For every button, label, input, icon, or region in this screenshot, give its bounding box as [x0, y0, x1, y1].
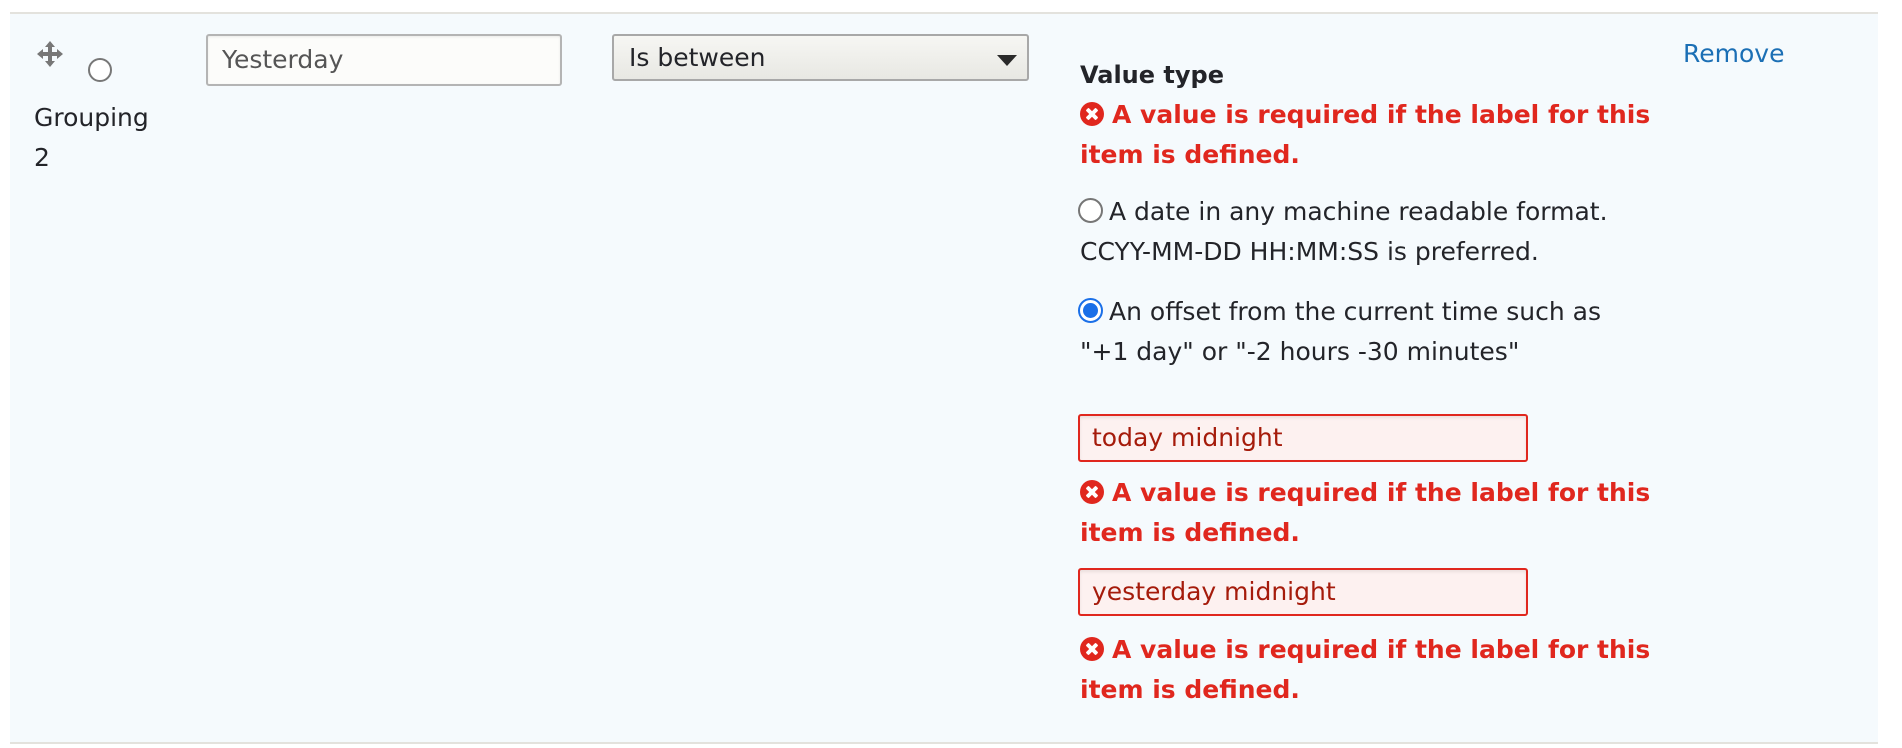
grouping-label-line-1: Grouping: [34, 103, 149, 132]
option-date-line-2: CCYY-MM-DD HH:MM:SS is preferred.: [1080, 237, 1539, 266]
radio-date-format[interactable]: [1078, 198, 1103, 223]
radio-offset[interactable]: [1078, 298, 1103, 323]
error-text-line-1: A value is required if the label for thi…: [1112, 478, 1651, 507]
value-type-label: Value type: [1080, 61, 1224, 89]
grouping-label: Grouping 2: [34, 98, 149, 178]
option-offset-line-1: An offset from the current time such as: [1109, 297, 1601, 326]
group-label-input[interactable]: Yesterday: [206, 34, 562, 86]
option-date-line-1: A date in any machine readable format.: [1109, 197, 1608, 226]
max-value-error: A value is required if the label for thi…: [1080, 630, 1650, 710]
error-text-line-2: item is defined.: [1080, 140, 1300, 169]
min-value-input[interactable]: today midnight: [1078, 414, 1528, 462]
max-value-input[interactable]: yesterday midnight: [1078, 568, 1528, 616]
default-group-radio[interactable]: [88, 58, 112, 82]
grouping-label-line-2: 2: [34, 143, 50, 172]
error-text-line-1: A value is required if the label for thi…: [1112, 635, 1651, 664]
value-type-error: A value is required if the label for thi…: [1080, 95, 1650, 175]
error-icon: [1080, 480, 1104, 504]
value-type-option-offset[interactable]: An offset from the current time such as …: [1078, 292, 1601, 372]
error-text-line-1: A value is required if the label for thi…: [1112, 100, 1651, 129]
error-text-line-2: item is defined.: [1080, 675, 1300, 704]
chevron-down-icon: [997, 55, 1017, 66]
operator-select[interactable]: Is between: [612, 34, 1029, 81]
value-type-option-date[interactable]: A date in any machine readable format. C…: [1078, 192, 1608, 272]
option-offset-line-2: "+1 day" or "-2 hours -30 minutes": [1080, 337, 1520, 366]
operator-select-value: Is between: [629, 43, 766, 72]
error-icon: [1080, 102, 1104, 126]
error-icon: [1080, 637, 1104, 661]
drag-handle-move-icon[interactable]: [36, 40, 64, 68]
error-text-line-2: item is defined.: [1080, 518, 1300, 547]
min-value-error: A value is required if the label for thi…: [1080, 473, 1650, 553]
remove-link[interactable]: Remove: [1683, 36, 1784, 72]
